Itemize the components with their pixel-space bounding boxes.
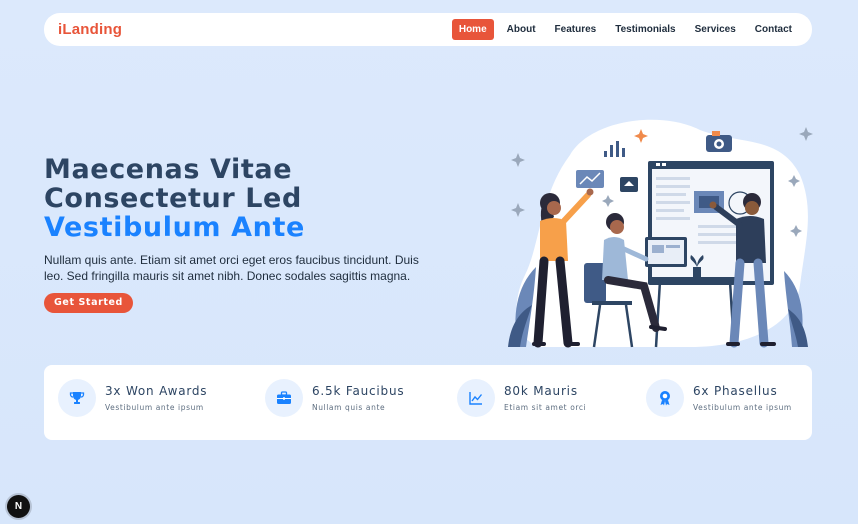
stat-subtitle: Vestibulum ante ipsum	[105, 403, 204, 412]
nav-item-testimonials[interactable]: Testimonials	[609, 20, 681, 39]
stat-title: 80k Mauris	[504, 384, 578, 398]
nav-item-contact[interactable]: Contact	[749, 20, 798, 39]
stat-item: 6x Phasellus Vestibulum ante ipsum	[646, 379, 792, 417]
stats-bar: 3x Won Awards Vestibulum ante ipsum 6.5k…	[44, 365, 812, 440]
nav-item-features[interactable]: Features	[549, 20, 603, 39]
nav-item-home[interactable]: Home	[451, 19, 494, 40]
stat-title: 6.5k Faucibus	[312, 384, 405, 398]
hero-title-line-2: Consectetur Led	[44, 183, 302, 214]
stat-item: 3x Won Awards Vestibulum ante ipsum	[58, 379, 207, 417]
stat-item: 80k Mauris Etiam sit amet orci	[457, 379, 586, 417]
graph-up-icon	[457, 379, 495, 417]
stat-subtitle: Nullam quis ante	[312, 403, 386, 412]
brand-logo[interactable]: iLanding	[58, 21, 122, 38]
hero-title-accent: Vestibulum Ante	[44, 212, 305, 243]
dev-tools-badge[interactable]: N	[7, 495, 30, 518]
get-started-button[interactable]: Get Started	[44, 293, 133, 313]
trophy-icon	[58, 379, 96, 417]
hero-illustration	[508, 119, 813, 348]
stat-subtitle: Etiam sit amet orci	[504, 403, 587, 412]
stat-title: 3x Won Awards	[105, 384, 208, 398]
briefcase-icon	[265, 379, 303, 417]
hero-title: Maecenas Vitae Consectetur Led Vestibulu…	[44, 155, 464, 242]
stat-item: 6.5k Faucibus Nullam quis ante	[265, 379, 404, 417]
hero-description: Nullam quis ante. Etiam sit amet orci eg…	[44, 253, 419, 283]
nav-item-services[interactable]: Services	[689, 20, 742, 39]
main-nav: Home About Features Testimonials Service…	[445, 19, 798, 40]
navbar: iLanding Home About Features Testimonial…	[44, 13, 812, 46]
stat-title: 6x Phasellus	[693, 384, 778, 398]
award-icon	[646, 379, 684, 417]
hero-title-line-1: Maecenas Vitae	[44, 154, 293, 185]
stat-subtitle: Vestibulum ante ipsum	[693, 403, 792, 412]
nav-item-about[interactable]: About	[501, 20, 542, 39]
